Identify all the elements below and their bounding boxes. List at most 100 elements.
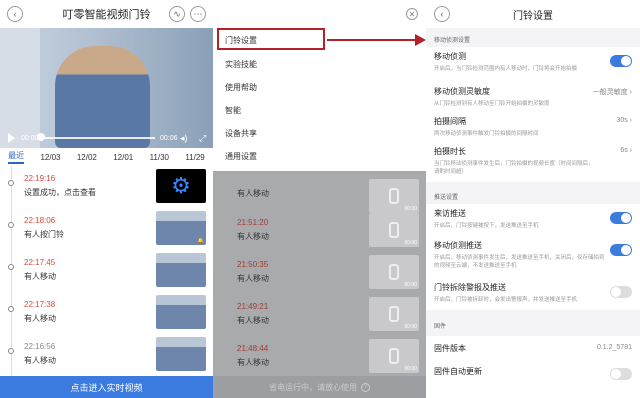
tab-date[interactable]: 11/30 — [150, 153, 169, 162]
event-row[interactable]: 22:18:06 有人按门铃 🔔 — [0, 208, 213, 248]
event-timeline: 22:19:16 设置成功，点击查看 ⚙ 22:18:06 有人按门铃 🔔 22… — [0, 166, 213, 376]
event-thumbnail: 00:00 — [369, 179, 419, 213]
setting-desc: 开启后，当门铃检测范围内有人移动时，门铃将会开始拍摄 — [434, 66, 578, 72]
setting-desc: 两次移动侦测事件触发门铃拍摄的间隔时间 — [434, 131, 539, 137]
setting-title: 移动侦测 — [434, 52, 466, 61]
event-thumbnail[interactable]: 🔔 — [156, 211, 206, 245]
event-thumbnail[interactable] — [156, 337, 206, 371]
event-desc: 有人移动 — [237, 274, 269, 283]
time-end: 00:06 — [160, 134, 178, 142]
back-icon[interactable]: ‹ — [434, 6, 450, 22]
doorbell-icon — [389, 222, 399, 238]
gear-icon: ⚙ — [171, 173, 191, 198]
dimmed-event-row: 21:50:35 有人移动 00:00 — [213, 252, 426, 292]
motion-push-toggle[interactable] — [610, 244, 632, 256]
menu-item-share[interactable]: 设备共享 — [225, 128, 257, 139]
play-icon[interactable] — [8, 133, 15, 143]
tamper-push-toggle[interactable] — [610, 286, 632, 298]
setting-bell-push: 来访推送 开启后，门铃按键被按下，发送推送至手机 — [426, 204, 640, 236]
setting-interval[interactable]: 拍摄间隔 两次移动侦测事件触发门铃拍摄的间隔时间 30s › — [426, 112, 640, 142]
dimmed-event-row: 21:49:21 有人移动 00:00 — [213, 294, 426, 334]
setting-title: 来访推送 — [434, 209, 466, 218]
close-icon[interactable]: ✕ — [406, 8, 418, 20]
event-time: 22:17:45 — [24, 258, 56, 267]
event-time: 22:16:56 — [24, 342, 56, 351]
setting-desc: 开启后，门铃被拆卸时，会发出警报声，并发送推送至手机 — [434, 297, 578, 303]
event-time: 22:17:38 — [24, 300, 56, 309]
progress-track[interactable] — [40, 137, 155, 139]
back-icon[interactable]: ‹ — [7, 6, 23, 22]
volume-icon[interactable]: ◂) — [180, 133, 188, 144]
tab-date[interactable]: 11/29 — [185, 153, 204, 162]
page-title: 叮零智能视频门铃 — [62, 9, 151, 21]
header: ‹ 叮零智能视频门铃 ∿ ⋯ — [0, 0, 213, 28]
doorbell-main-screen: ‹ 叮零智能视频门铃 ∿ ⋯ 00:00 00:06 ◂) ⤢ 最近 12/03… — [0, 0, 213, 398]
event-desc: 设置成功，点击查看 — [24, 188, 96, 197]
event-row[interactable]: 22:17:45 有人移动 — [0, 250, 213, 290]
doorbell-icon — [389, 306, 399, 322]
event-time: 22:18:06 — [24, 216, 56, 225]
more-icon[interactable]: ⋯ — [190, 6, 206, 22]
thumb-time: 00:00 — [404, 324, 417, 330]
event-desc: 有人按门铃 — [24, 230, 64, 239]
highlight-box — [217, 28, 325, 50]
menu-item-general[interactable]: 通用设置 — [225, 151, 257, 162]
setting-title: 移动侦测灵敏度 — [434, 87, 490, 96]
setting-title: 移动侦测推送 — [434, 241, 482, 250]
doorbell-icon — [389, 264, 399, 280]
event-time: 21:51:20 — [237, 218, 269, 227]
setting-sensitivity[interactable]: 移动侦测灵敏度 从门铃检测到有人移动至门铃开始拍摄的灵敏度 一般灵敏度 › — [426, 82, 640, 112]
setting-title: 拍摄间隔 — [434, 117, 466, 126]
power-saving-bar: 省电运行中，请放心使用 ? — [213, 376, 426, 398]
thumb-time: 00:00 — [404, 282, 417, 288]
event-thumbnail[interactable] — [156, 295, 206, 329]
motion-detection-toggle[interactable] — [610, 55, 632, 67]
power-saving-text: 省电运行中，请放心使用 — [269, 382, 357, 392]
fullscreen-icon[interactable]: ⤢ — [199, 133, 206, 144]
event-thumbnail[interactable] — [156, 253, 206, 287]
event-desc: 有人移动 — [24, 314, 56, 323]
tab-recent[interactable]: 最近 — [8, 150, 25, 164]
setting-duration[interactable]: 拍摄时长 当门铃移动侦测事件发生后，门铃拍摄的视频长度（时间间隔后，请酌时间超）… — [426, 142, 640, 182]
menu-item-help[interactable]: 使用帮助 — [225, 82, 257, 93]
setting-value: 6s › — [620, 147, 632, 154]
setting-tamper-push: 门铃拆除警报及推送 开启后，门铃被拆卸时，会发出警报声，并发送推送至手机 — [426, 278, 640, 310]
help-icon[interactable]: ? — [361, 382, 370, 392]
arrow-head — [415, 34, 426, 46]
doorbell-icon — [389, 348, 399, 364]
section-title: 固件 — [434, 324, 447, 330]
event-thumbnail[interactable]: ⚙ — [156, 169, 206, 203]
thumb-time: 00:00 — [404, 240, 417, 246]
setting-desc: 开启后，门铃按键被按下，发送推送至手机 — [434, 223, 539, 229]
tab-date[interactable]: 12/02 — [77, 153, 97, 162]
event-thumbnail: 00:00 — [369, 255, 419, 289]
bell-icon: 🔔 — [197, 238, 204, 244]
event-thumbnail: 00:00 — [369, 339, 419, 373]
menu-item-smart[interactable]: 智能 — [225, 105, 241, 116]
tab-date[interactable]: 12/03 — [40, 153, 60, 162]
timeline-dot — [8, 348, 14, 354]
tab-date[interactable]: 12/01 — [113, 153, 133, 162]
event-row[interactable]: 22:17:38 有人移动 — [0, 292, 213, 332]
time-start: 00:00 — [21, 134, 39, 142]
page-title: 门铃设置 — [513, 10, 553, 22]
setting-title: 拍摄时长 — [434, 147, 466, 156]
event-thumbnail: 00:00 — [369, 213, 419, 247]
bell-push-toggle[interactable] — [610, 212, 632, 224]
progress-knob[interactable] — [37, 133, 45, 141]
chart-icon[interactable]: ∿ — [169, 6, 185, 22]
event-row[interactable]: 22:19:16 设置成功，点击查看 ⚙ — [0, 166, 213, 206]
thumb-time: 00:00 — [404, 366, 417, 372]
setting-value: 30s › — [616, 117, 632, 124]
event-row[interactable]: 22:16:56 有人移动 — [0, 334, 213, 374]
menu-item-lab[interactable]: 实验技能 — [225, 59, 257, 70]
auto-update-toggle[interactable] — [610, 368, 632, 380]
timeline-dot — [8, 180, 14, 186]
live-video-button[interactable]: 点击进入实时视频 — [0, 376, 213, 398]
doorbell-icon — [389, 188, 399, 204]
section-title: 推送设置 — [434, 195, 459, 201]
timeline-dot — [8, 306, 14, 312]
event-time: 21:48:44 — [237, 344, 269, 353]
event-desc: 有人移动 — [237, 189, 269, 198]
timeline-dot — [8, 222, 14, 228]
